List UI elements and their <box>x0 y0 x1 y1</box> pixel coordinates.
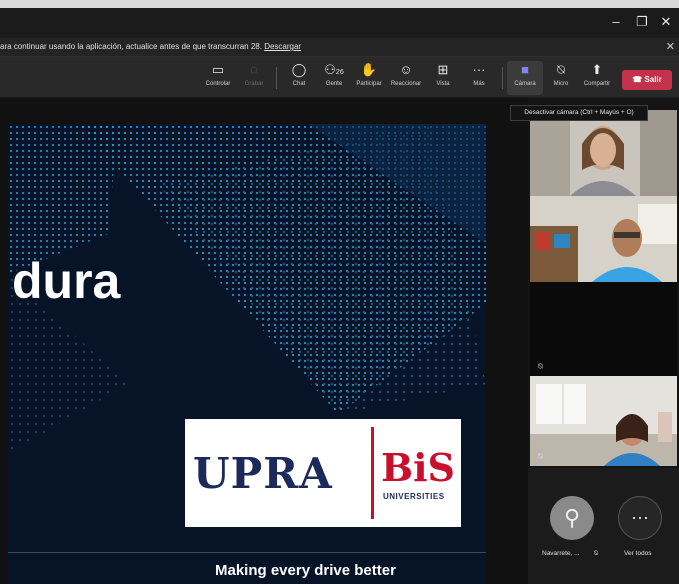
see-all-button[interactable]: ··· <box>618 496 662 540</box>
logo-panel: UPRA BiS UNIVERSITIES <box>185 419 461 527</box>
view-label: Vista <box>436 81 450 87</box>
slide-heading: dura <box>12 253 121 309</box>
smile-icon: ☺ <box>399 62 413 77</box>
people-count: 26 <box>335 69 344 76</box>
raise-hand-icon: ✋ <box>360 62 378 77</box>
close-button[interactable]: ✕ <box>656 14 676 30</box>
more-icon: ··· <box>631 507 649 527</box>
title-bar: – ❐ ✕ <box>0 8 679 36</box>
camera-tooltip: Desactivar cámara (Ctrl + Mayús + O) <box>510 105 648 121</box>
participant-video <box>530 110 677 196</box>
mic-muted-icon: ⍉ <box>594 550 598 557</box>
more-button[interactable]: ··· Más <box>461 61 497 95</box>
people-icon: ⚇26 <box>324 62 344 77</box>
maximize-button[interactable]: ❐ <box>632 14 652 30</box>
leave-button[interactable]: ☎ Salir <box>622 70 672 90</box>
camera-label: Cámara <box>514 81 536 87</box>
camera-icon: ■ <box>521 62 529 77</box>
shared-slide: dura UPRA BiS UNIVERSITIES Making every … <box>8 124 486 584</box>
see-all-label: Ver todos <box>624 550 652 557</box>
record-button[interactable]: ◌ Grabar <box>236 61 272 95</box>
people-button[interactable]: ⚇26 Gente <box>316 61 352 95</box>
participant-video-tile[interactable] <box>530 110 677 196</box>
teams-meeting-window: – ❐ ✕ ara continuar usando la aplicación… <box>0 8 679 584</box>
chat-icon: ◯ <box>291 62 307 77</box>
raise-hand-button[interactable]: ✋ Participar <box>351 61 387 95</box>
people-label: Gente <box>325 81 343 87</box>
bis-subtitle: UNIVERSITIES <box>383 492 445 501</box>
participants-overflow: ⚲ ··· Navarrete, ... ⍉ Ver todos <box>528 468 679 584</box>
participant-video-tile[interactable]: ⍉ <box>530 376 677 466</box>
banner-close-icon[interactable]: ✕ <box>666 38 675 56</box>
more-icon: ··· <box>472 62 486 77</box>
record-icon: ◌ <box>250 62 258 77</box>
share-icon: ⬆ <box>591 62 603 77</box>
toolbar-divider <box>276 67 277 89</box>
meeting-toolbar: ▭ Controlar ◌ Grabar ◯ Chat ⚇26 Gente ✋ … <box>0 57 679 97</box>
mic-button[interactable]: ⍉ Micro <box>543 61 579 95</box>
toolbar-divider <box>502 67 503 89</box>
share-button[interactable]: ⬆ Compartir <box>579 61 615 95</box>
participant-video-tile[interactable] <box>530 196 677 282</box>
grid-icon: ⊞ <box>437 62 449 77</box>
slide-tagline: Making every drive better <box>215 562 396 579</box>
screenshot-frame: – ❐ ✕ ara continuar usando la aplicación… <box>0 0 679 584</box>
participant-video-tile[interactable]: ⍉ <box>530 282 677 376</box>
meeting-stage: dura UPRA BiS UNIVERSITIES Making every … <box>0 98 679 584</box>
participate-label: Participar <box>356 81 382 87</box>
record-label: Grabar <box>244 81 264 87</box>
participants-rail: ⍉ ⍉ ⚲ ··· Navarrete, ... ⍉ Ver todos <box>528 98 679 584</box>
screen-share-icon: ▭ <box>211 62 225 77</box>
mic-muted-icon: ⍉ <box>538 452 543 461</box>
upra-logo: UPRA <box>193 449 333 498</box>
mic-muted-icon: ⍉ <box>557 62 565 77</box>
participant-video <box>530 196 677 282</box>
hangup-icon: ☎ <box>632 75 643 84</box>
banner-text: ara continuar usando la aplicación, actu… <box>0 42 262 51</box>
react-button[interactable]: ☺ Reaccionar <box>388 61 424 95</box>
mic-label: Micro <box>553 81 569 87</box>
bis-logo: BiS <box>381 445 455 490</box>
slide-rule <box>8 552 486 553</box>
react-label: Reaccionar <box>390 81 422 87</box>
chat-label: Chat <box>292 81 306 87</box>
more-label: Más <box>473 81 485 87</box>
logo-divider <box>371 427 374 519</box>
person-icon: ⚲ <box>563 505 581 530</box>
control-label: Controlar <box>205 81 231 87</box>
minimize-button[interactable]: – <box>606 14 626 30</box>
mic-muted-icon: ⍉ <box>538 362 543 371</box>
participant-name: Navarrete, ... <box>542 550 580 557</box>
view-button[interactable]: ⊞ Vista <box>425 61 461 95</box>
update-banner: ara continuar usando la aplicación, actu… <box>0 38 679 57</box>
chat-button[interactable]: ◯ Chat <box>281 61 317 95</box>
participant-video <box>530 376 677 466</box>
leave-label: Salir <box>644 75 662 84</box>
participant-avatar[interactable]: ⚲ <box>550 496 594 540</box>
control-button[interactable]: ▭ Controlar <box>200 61 236 95</box>
camera-button[interactable]: ■ Cámara <box>507 61 543 95</box>
share-label: Compartir <box>583 81 611 87</box>
download-link[interactable]: Descargar <box>264 42 301 51</box>
